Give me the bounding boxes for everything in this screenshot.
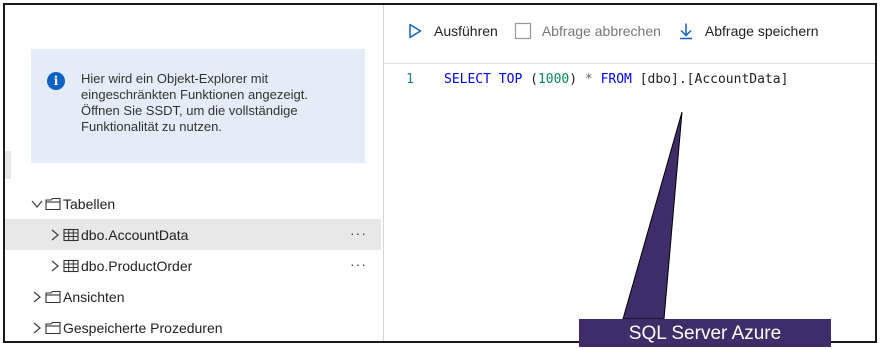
keyword-from: FROM [600,72,632,87]
chevron-right-icon[interactable] [49,228,61,242]
tree-node-label: Ansichten [63,288,125,305]
callout-label: SQL Server Azure [579,319,831,347]
number-literal: 1000 [537,72,570,87]
query-toolbar: Ausführen Abfrage abbrechen Abfrage spei… [384,5,875,57]
stop-icon [514,22,531,40]
tree-node-table-productorder[interactable]: dbo.ProductOrder ··· [5,250,381,281]
folder-icon [45,197,61,210]
table-identifier: [dbo].[AccountData] [639,72,789,87]
run-button-label: Ausführen [434,23,498,39]
play-icon [409,23,422,39]
chevron-right-icon[interactable] [49,259,61,273]
code-editor[interactable]: 1 SELECT TOP (1000) * FROM [dbo].[Accoun… [384,63,875,341]
object-explorer-panel: i Hier wird ein Objekt-Explorer mit eing… [5,5,384,341]
chevron-right-icon[interactable] [31,321,43,335]
run-button[interactable]: Ausführen [406,22,498,40]
scrollbar-thumb[interactable] [5,151,11,179]
save-query-label: Abfrage speichern [704,23,819,39]
keyword-select: SELECT [444,72,491,87]
tree-node-stored-procedures[interactable]: Gespeicherte Prozeduren [5,312,381,341]
query-editor-panel: Ausführen Abfrage abbrechen Abfrage spei… [384,5,875,341]
download-arrow-icon [679,23,692,40]
paren-open: ( [530,72,538,87]
operator-star: * [584,72,593,87]
tree-node-label: Tabellen [63,195,116,212]
table-icon [63,259,79,272]
tree-node-label: dbo.AccountData [81,226,189,243]
info-banner-text: Hier wird ein Objekt-Explorer mit einges… [81,71,308,134]
info-banner: i Hier wird ein Objekt-Explorer mit eing… [31,49,365,163]
info-icon: i [47,72,65,90]
folder-icon [45,321,61,334]
tree-node-views[interactable]: Ansichten [5,281,381,312]
app-frame: i Hier wird ein Objekt-Explorer mit eing… [3,3,877,343]
more-options-icon[interactable]: ··· [350,225,367,241]
chevron-right-icon[interactable] [31,290,43,304]
tree-node-label: Gespeicherte Prozeduren [63,319,223,336]
tree-node-table-accountdata[interactable]: dbo.AccountData ··· [5,219,381,250]
line-number: 1 [406,72,414,87]
object-tree: Tabellen dbo.AccountData ··· dbo.Product… [5,188,381,341]
folder-icon [45,290,61,303]
save-query-button[interactable]: Abfrage speichern [677,22,819,40]
more-options-icon[interactable]: ··· [350,256,367,272]
keyword-top: TOP [498,72,523,87]
tree-node-label: dbo.ProductOrder [81,257,193,274]
cancel-query-label: Abfrage abbrechen [541,23,661,39]
paren-close: ) [569,72,578,87]
table-icon [63,228,79,241]
cancel-query-button[interactable]: Abfrage abbrechen [514,22,661,40]
chevron-down-icon[interactable] [31,197,43,211]
code-line[interactable]: 1 SELECT TOP (1000) * FROM [dbo].[Accoun… [384,72,788,90]
tree-node-tables[interactable]: Tabellen [5,188,381,219]
